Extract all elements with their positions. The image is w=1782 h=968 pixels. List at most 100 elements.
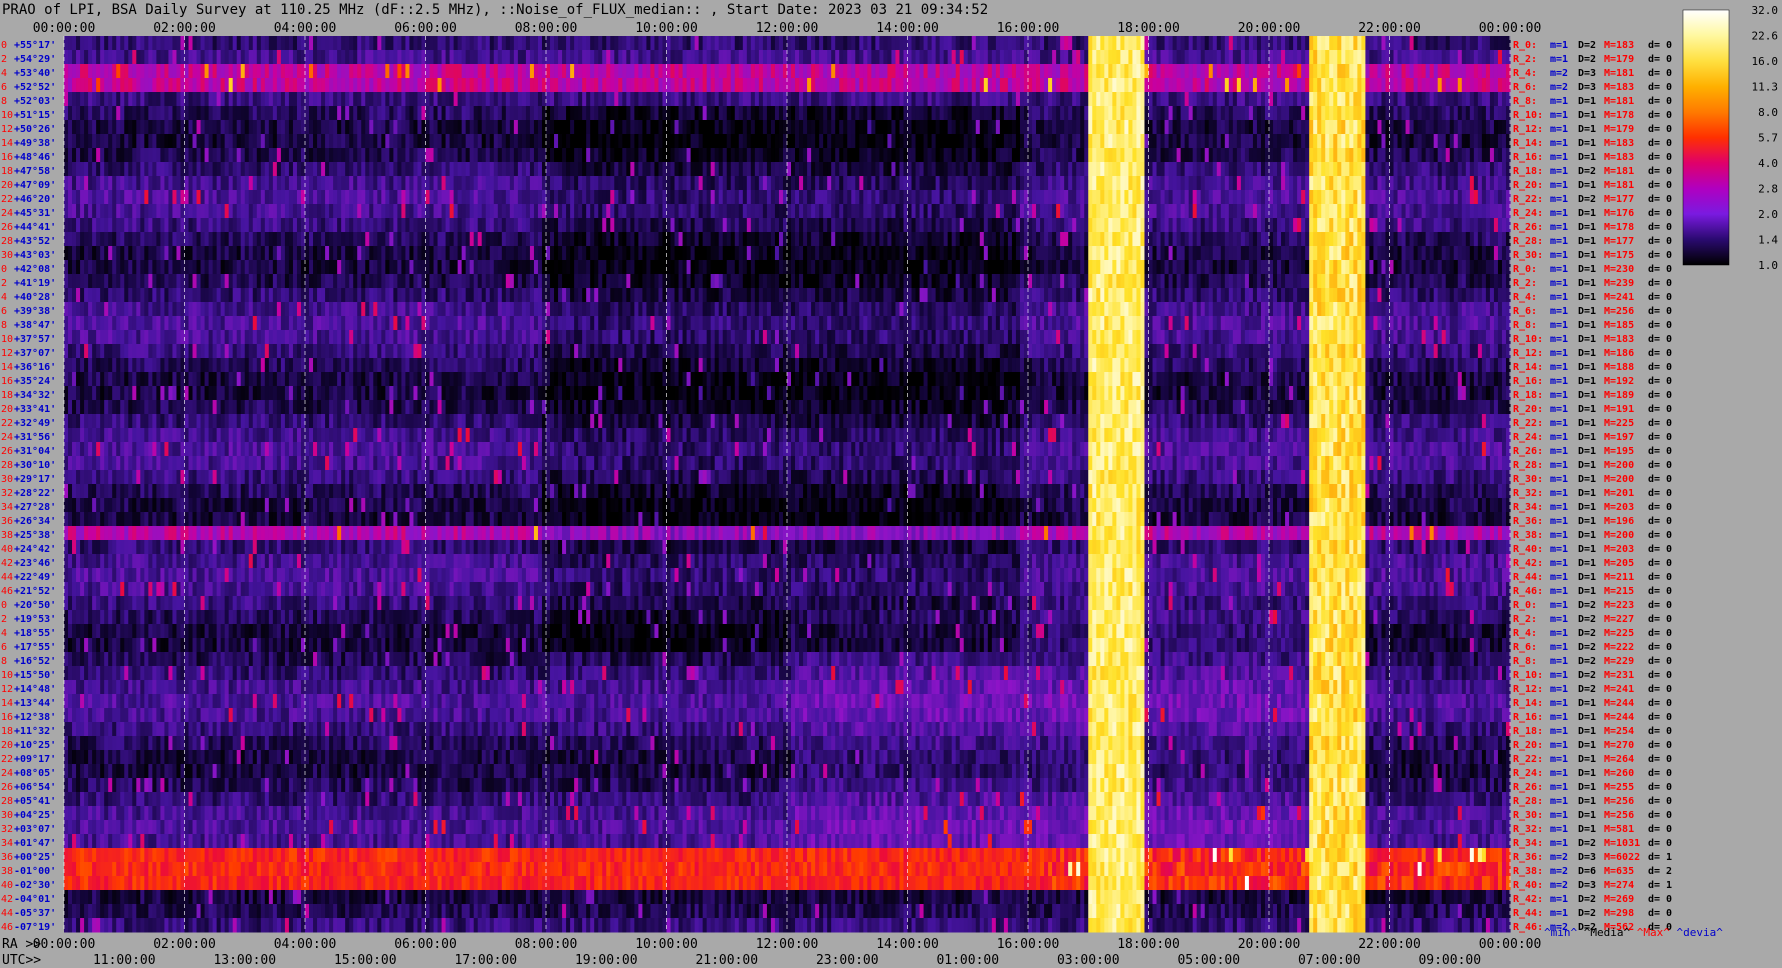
stat-devia: d= 0 xyxy=(1648,54,1672,65)
stat-beam-id: R_24: xyxy=(1513,768,1543,779)
declination-label: +15°50' xyxy=(14,670,56,681)
declination-label: +36°16' xyxy=(14,362,56,373)
stat-max: M=256 xyxy=(1604,810,1634,821)
stat-median: D=1 xyxy=(1578,754,1596,765)
stat-beam-id: R_10: xyxy=(1513,334,1543,345)
declination-label: +46°20' xyxy=(14,194,56,205)
stat-min: m=1 xyxy=(1550,586,1568,597)
stat-max: M=205 xyxy=(1604,558,1634,569)
beam-number-label: 6 xyxy=(1,642,7,653)
declination-label: +21°52' xyxy=(14,586,56,597)
beam-number-label: 16 xyxy=(1,152,13,163)
stat-median: D=1 xyxy=(1578,236,1596,247)
stat-min: m=1 xyxy=(1550,124,1568,135)
stat-max: M=227 xyxy=(1604,614,1634,625)
stat-beam-id: R_2: xyxy=(1513,54,1537,65)
stat-beam-id: R_24: xyxy=(1513,432,1543,443)
stat-max: M=179 xyxy=(1604,54,1634,65)
ra-time-tick: 16:00:00 xyxy=(997,937,1060,952)
stat-median: D=1 xyxy=(1578,334,1596,345)
beam-number-label: 10 xyxy=(1,334,13,345)
stat-devia: d= 0 xyxy=(1648,614,1672,625)
ra-time-tick: 22:00:00 xyxy=(1358,937,1421,952)
declination-label: +40°28' xyxy=(14,292,56,303)
stat-max: M=254 xyxy=(1604,726,1634,737)
stat-devia: d= 0 xyxy=(1648,474,1672,485)
stat-max: M=189 xyxy=(1604,390,1634,401)
utc-time-tick: 09:00:00 xyxy=(1418,953,1481,968)
stat-max: M=215 xyxy=(1604,586,1634,597)
beam-number-label: 36 xyxy=(1,852,13,863)
stat-max: M=1031 xyxy=(1604,838,1640,849)
stat-min: m=1 xyxy=(1550,418,1568,429)
colorbar-tick: 1.0 xyxy=(1758,259,1778,272)
stat-max: M=181 xyxy=(1604,96,1634,107)
stat-median: D=2 xyxy=(1578,656,1596,667)
stat-min: m=1 xyxy=(1550,502,1568,513)
declination-label: +47°58' xyxy=(14,166,56,177)
stat-devia: d= 0 xyxy=(1648,572,1672,583)
stat-devia: d= 0 xyxy=(1648,782,1672,793)
ra-time-tick: 04:00:00 xyxy=(274,937,337,952)
stat-max: M=211 xyxy=(1604,572,1634,583)
stat-median: D=2 xyxy=(1578,194,1596,205)
stat-devia: d= 0 xyxy=(1648,824,1672,835)
stat-beam-id: R_28: xyxy=(1513,236,1543,247)
stat-max: M=231 xyxy=(1604,670,1634,681)
stat-min: m=2 xyxy=(1550,82,1568,93)
stat-median: D=2 xyxy=(1578,614,1596,625)
colorbar: 32.0 22.6 16.0 11.3 8.0 5.7 4.0 2.8 2.0 1.4 1.0 xyxy=(1682,4,1778,272)
stats-footer-devia: ^devia^ xyxy=(1676,926,1722,939)
stat-median: D=1 xyxy=(1578,250,1596,261)
stat-max: M=244 xyxy=(1604,698,1634,709)
stat-max: M=181 xyxy=(1604,166,1634,177)
stat-median: D=2 xyxy=(1578,894,1596,905)
beam-number-label: 44 xyxy=(1,572,13,583)
declination-label: +27°28' xyxy=(14,502,56,513)
declination-label: +47°09' xyxy=(14,180,56,191)
stat-min: m=1 xyxy=(1550,572,1568,583)
stat-max: M=188 xyxy=(1604,362,1634,373)
stat-min: m=1 xyxy=(1550,530,1568,541)
stat-beam-id: R_34: xyxy=(1513,502,1543,513)
stat-median: D=1 xyxy=(1578,292,1596,303)
stat-min: m=1 xyxy=(1550,796,1568,807)
utc-time-tick: 17:00:00 xyxy=(454,953,517,968)
stat-beam-id: R_4: xyxy=(1513,68,1537,79)
declination-label: +34°32' xyxy=(14,390,56,401)
declination-label: +23°46' xyxy=(14,558,56,569)
stat-beam-id: R_18: xyxy=(1513,390,1543,401)
stat-devia: d= 0 xyxy=(1648,222,1672,233)
stat-min: m=1 xyxy=(1550,516,1568,527)
declination-label: +55°17' xyxy=(14,40,56,51)
stat-beam-id: R_36: xyxy=(1513,516,1543,527)
stat-max: M=183 xyxy=(1604,82,1634,93)
bottom-utc-axis: UTC>> 11:00:00 13:00:00 15:00:00 17:00:00 19:… xyxy=(2,953,1481,968)
declination-label: -04°01' xyxy=(14,894,56,905)
stat-max: M=186 xyxy=(1604,348,1634,359)
stat-median: D=1 xyxy=(1578,544,1596,555)
stat-max: M=200 xyxy=(1604,474,1634,485)
ra-time-tick: 06:00:00 xyxy=(394,937,457,952)
declination-label: +45°31' xyxy=(14,208,56,219)
stat-median: D=1 xyxy=(1578,810,1596,821)
stat-beam-id: R_28: xyxy=(1513,460,1543,471)
declination-label: +41°19' xyxy=(14,278,56,289)
beam-statistics-column: R_0: m=1 D=2 M=183 d= 0 R_2: m=1 D=2 M=179 d= 0 R_… xyxy=(1513,40,1672,933)
stat-devia: d= 0 xyxy=(1648,96,1672,107)
beam-number-label: 32 xyxy=(1,824,13,835)
declination-label: +20°50' xyxy=(14,600,56,611)
utc-time-tick: 05:00:00 xyxy=(1177,953,1240,968)
ra-time-tick: 00:00:00 xyxy=(33,937,96,952)
stat-min: m=2 xyxy=(1550,68,1568,79)
stat-median: D=1 xyxy=(1578,446,1596,457)
stat-min: m=1 xyxy=(1550,754,1568,765)
stat-beam-id: R_42: xyxy=(1513,558,1543,569)
declination-label: +11°32' xyxy=(14,726,56,737)
stat-min: m=1 xyxy=(1550,656,1568,667)
stat-beam-id: R_26: xyxy=(1513,222,1543,233)
stat-devia: d= 0 xyxy=(1648,628,1672,639)
stat-devia: d= 0 xyxy=(1648,894,1672,905)
declination-label: +16°52' xyxy=(14,656,56,667)
stat-median: D=2 xyxy=(1578,166,1596,177)
